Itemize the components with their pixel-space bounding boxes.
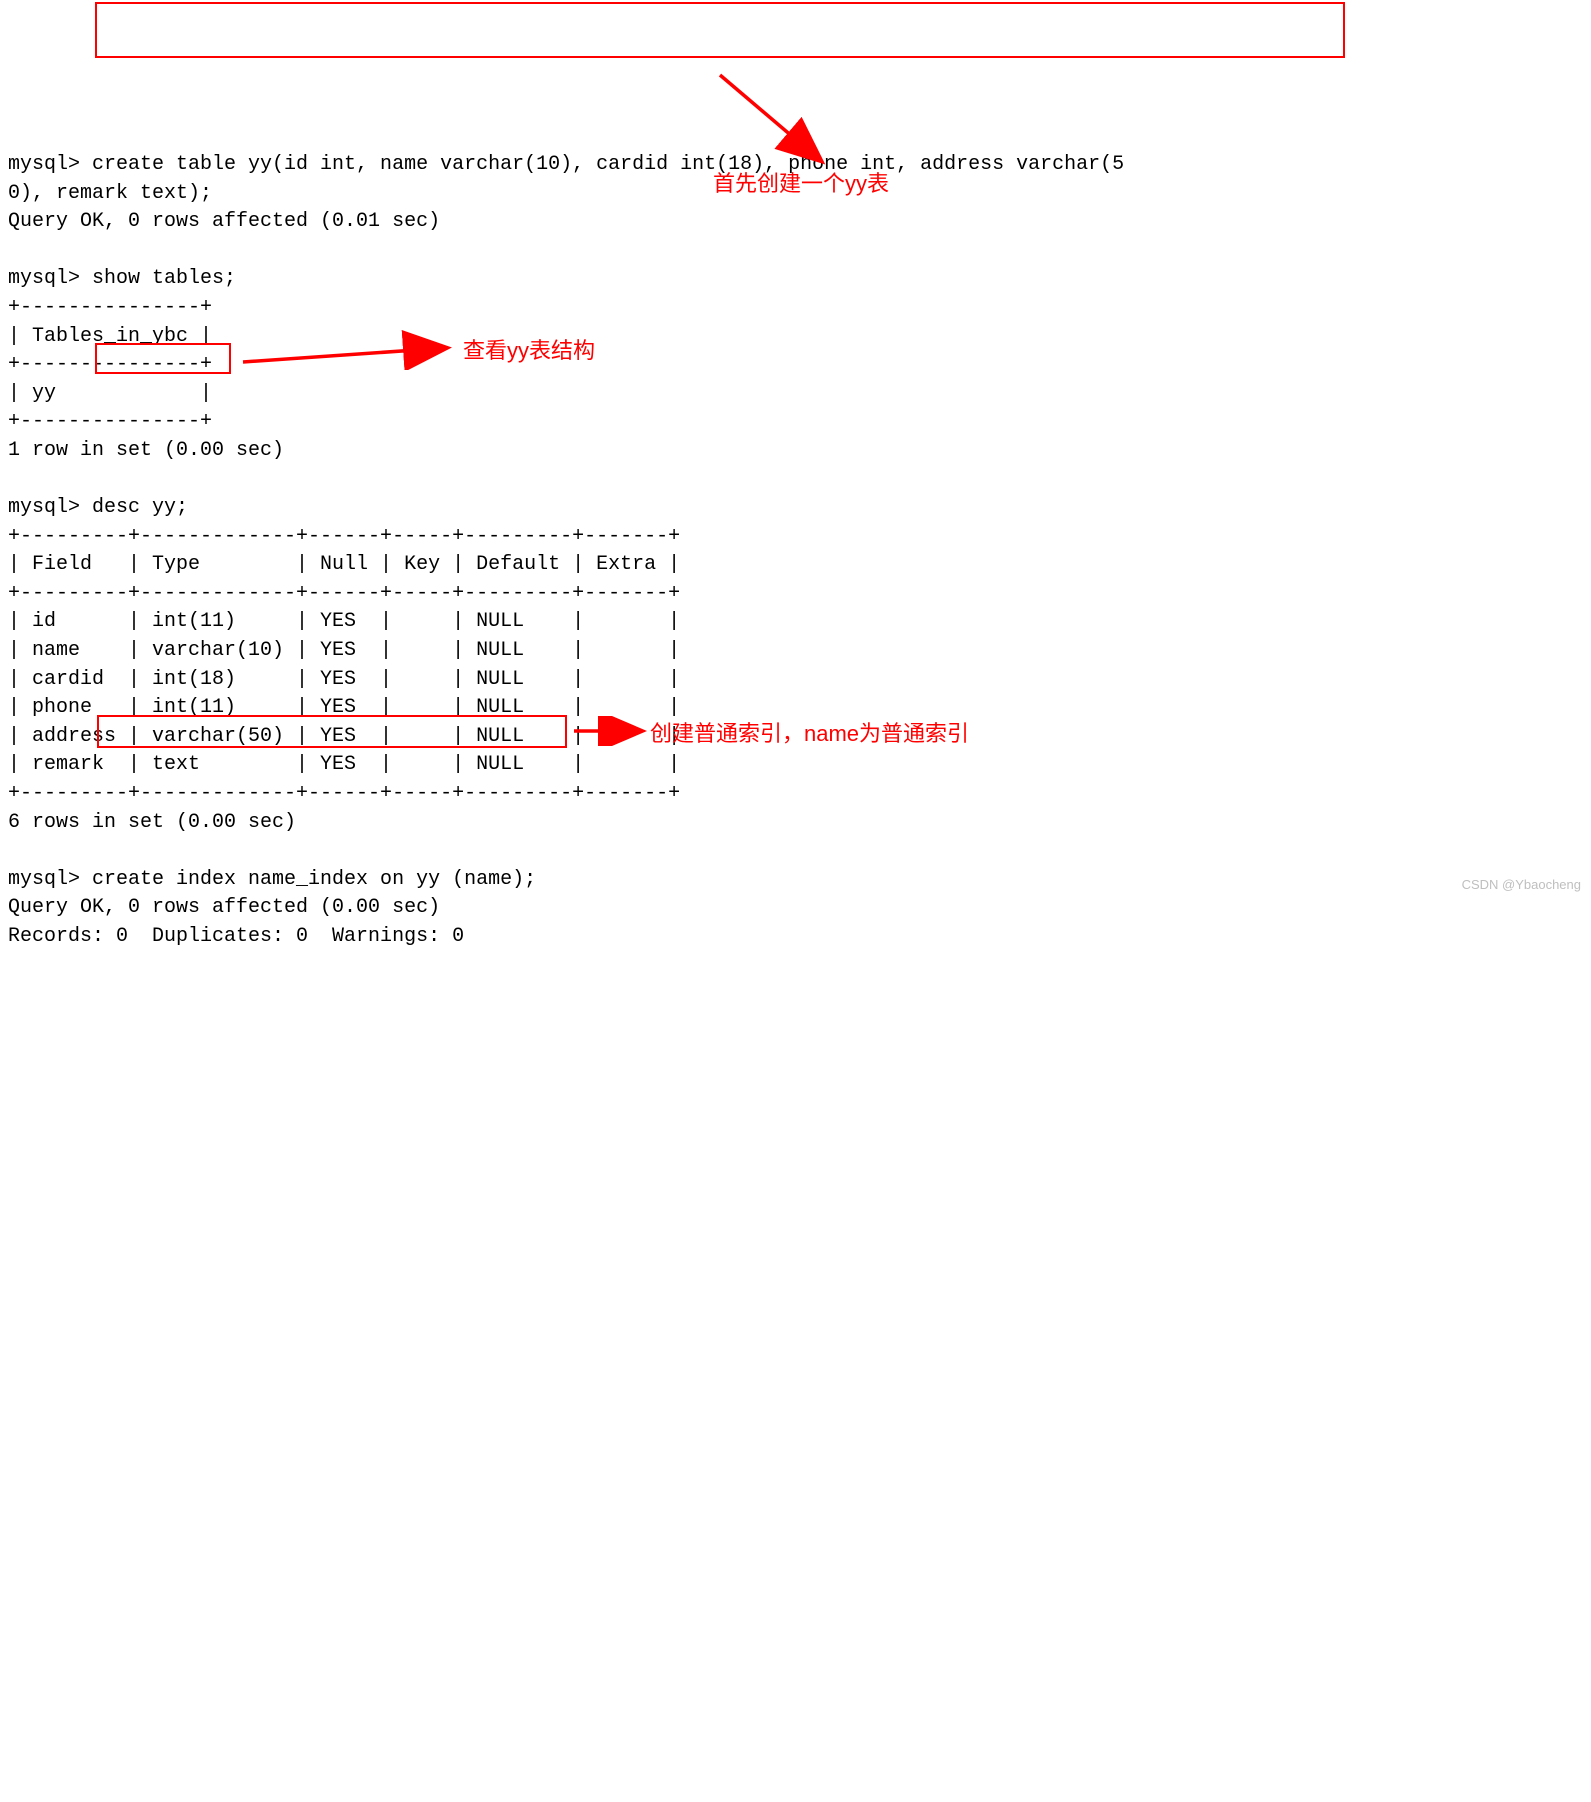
terminal-line: mysql> create index name_index on yy (na… (8, 868, 536, 891)
terminal-line: | Tables_in_ybc | (8, 325, 212, 348)
terminal-line: | id | int(11) | YES | | NULL | | (8, 610, 680, 633)
terminal-line: 1 row in set (0.00 sec) (8, 439, 284, 462)
terminal-line: Records: 0 Duplicates: 0 Warnings: 0 (8, 925, 464, 948)
annotation-create-index: 创建普通索引，name为普通索引 (650, 718, 969, 749)
terminal-line: 6 rows in set (0.00 sec) (8, 811, 296, 834)
terminal-output: mysql> create table yy(id int, name varc… (8, 151, 1583, 952)
watermark: CSDN @Ybaocheng (1462, 876, 1581, 895)
terminal-line: mysql> desc yy; (8, 496, 188, 519)
annotation-create-table: 首先创建一个yy表 (713, 168, 889, 199)
terminal-line: | cardid | int(18) | YES | | NULL | | (8, 668, 680, 691)
terminal-line: | address | varchar(50) | YES | | NULL |… (8, 725, 680, 748)
terminal-line: | name | varchar(10) | YES | | NULL | | (8, 639, 680, 662)
terminal-line: | phone | int(11) | YES | | NULL | | (8, 696, 680, 719)
highlight-box-create-table (95, 2, 1345, 58)
terminal-line: | Field | Type | Null | Key | Default | … (8, 553, 680, 576)
terminal-line: +---------------+ (8, 296, 212, 319)
terminal-line: 0), remark text); (8, 182, 212, 205)
terminal-line: +---------+-------------+------+-----+--… (8, 782, 680, 805)
terminal-line: | yy | (8, 382, 212, 405)
terminal-line: +---------------+ (8, 353, 212, 376)
terminal-line: mysql> show tables; (8, 267, 236, 290)
terminal-line: | remark | text | YES | | NULL | | (8, 753, 680, 776)
terminal-line: Query OK, 0 rows affected (0.00 sec) (8, 896, 440, 919)
terminal-line: Query OK, 0 rows affected (0.01 sec) (8, 210, 440, 233)
terminal-line: mysql> create table yy(id int, name varc… (8, 153, 1124, 176)
terminal-line: +---------+-------------+------+-----+--… (8, 525, 680, 548)
terminal-line: +---------------+ (8, 410, 212, 433)
annotation-desc-yy: 查看yy表结构 (463, 335, 595, 366)
terminal-line: +---------+-------------+------+-----+--… (8, 582, 680, 605)
